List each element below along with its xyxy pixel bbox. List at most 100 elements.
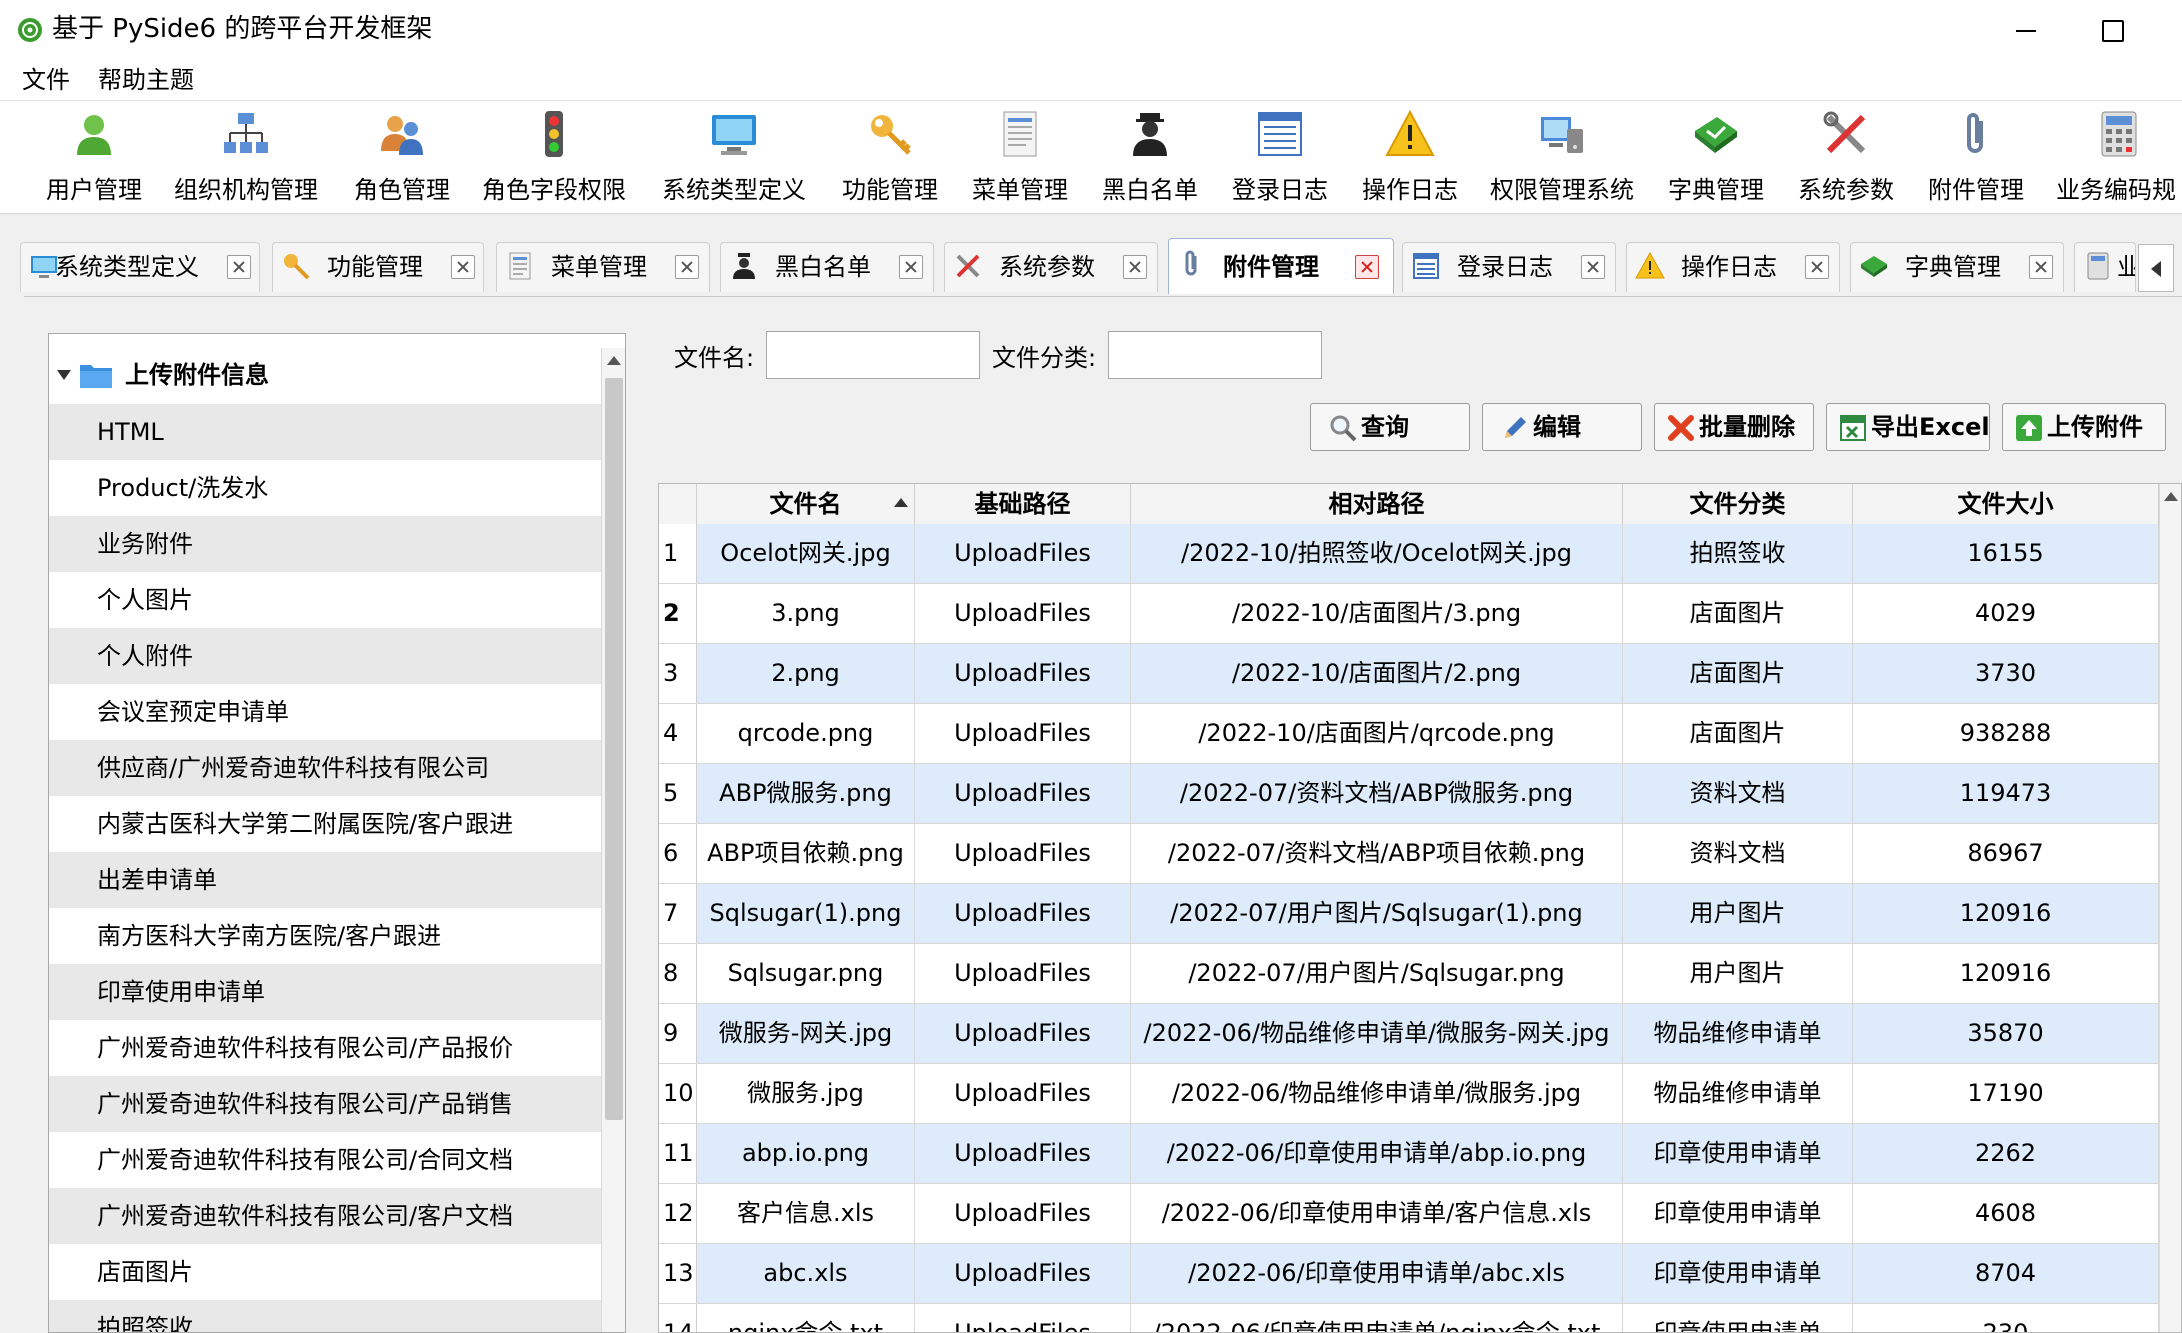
tree-item[interactable]: 店面图片 bbox=[49, 1244, 601, 1300]
table-row[interactable]: 14 nginx命令.txt UploadFiles/2022-06/印章使用申请单… bbox=[659, 1304, 2159, 1332]
tab-attachment-management[interactable]: 附件管理 bbox=[1168, 238, 1394, 294]
row-number[interactable]: 5 bbox=[659, 764, 697, 823]
cell-category[interactable]: 印章使用申请单 bbox=[1623, 1124, 1853, 1183]
tree-item[interactable]: HTML bbox=[49, 404, 601, 460]
cell-category[interactable]: 店面图片 bbox=[1623, 644, 1853, 703]
cell-file-size[interactable]: 16155 bbox=[1853, 524, 2159, 583]
table-scrollbar[interactable] bbox=[2159, 484, 2181, 1332]
edit-button[interactable]: 编辑 bbox=[1482, 403, 1642, 451]
cell-base-path[interactable]: UploadFiles bbox=[915, 1124, 1131, 1183]
cell-file-size[interactable]: 119473 bbox=[1853, 764, 2159, 823]
cell-filename[interactable]: 2.png bbox=[697, 644, 915, 703]
column-header-relative-path[interactable]: 相对路径 bbox=[1131, 484, 1623, 524]
cell-base-path[interactable]: UploadFiles bbox=[915, 704, 1131, 763]
tab-black-white-list[interactable]: 黑白名单 bbox=[720, 242, 934, 292]
cell-filename[interactable]: nginx命令.txt bbox=[697, 1304, 915, 1332]
toolbar-menu-management[interactable]: 菜单管理 bbox=[966, 109, 1074, 209]
toolbar-business-code[interactable]: 业务编码规 bbox=[2056, 109, 2182, 209]
toolbar-system-type[interactable]: 系统类型定义 bbox=[658, 109, 810, 209]
toolbar-permission-system[interactable]: 权限管理系统 bbox=[1486, 109, 1638, 209]
tab-close-icon[interactable] bbox=[675, 255, 699, 279]
cell-relative-path[interactable]: /2022-07/资料文档/ABP项目依赖.png bbox=[1131, 824, 1623, 883]
cell-category[interactable]: 物品维修申请单 bbox=[1623, 1064, 1853, 1123]
toolbar-org-management[interactable]: 组织机构管理 bbox=[170, 109, 322, 209]
tree-item[interactable]: 业务附件 bbox=[49, 516, 601, 572]
cell-file-size[interactable]: 4029 bbox=[1853, 584, 2159, 643]
cell-base-path[interactable]: UploadFiles bbox=[915, 584, 1131, 643]
tab-system-params[interactable]: 系统参数 bbox=[944, 242, 1158, 292]
cell-base-path[interactable]: UploadFiles bbox=[915, 1304, 1131, 1332]
cell-filename[interactable]: 微服务-网关.jpg bbox=[697, 1004, 915, 1063]
cell-filename[interactable]: Sqlsugar.png bbox=[697, 944, 915, 1003]
tree-item[interactable]: 广州爱奇迪软件科技有限公司/客户文档 bbox=[49, 1188, 601, 1244]
tab-close-icon[interactable] bbox=[1581, 255, 1605, 279]
cell-category[interactable]: 资料文档 bbox=[1623, 824, 1853, 883]
scroll-thumb[interactable] bbox=[605, 378, 623, 1120]
tab-close-icon[interactable] bbox=[451, 255, 475, 279]
toolbar-role-management[interactable]: 角色管理 bbox=[348, 109, 456, 209]
table-row[interactable]: 6 ABP项目依赖.png UploadFiles/2022-07/资料文档/ABP… bbox=[659, 824, 2159, 884]
table-row[interactable]: 9 微服务-网关.jpg UploadFiles/2022-06/物品维修申请单/微… bbox=[659, 1004, 2159, 1064]
minimize-button[interactable] bbox=[1996, 10, 2056, 50]
cell-relative-path[interactable]: /2022-06/印章使用申请单/abc.xls bbox=[1131, 1244, 1623, 1303]
column-header-file-size[interactable]: 文件大小 bbox=[1853, 484, 2159, 524]
table-row[interactable]: 11 abp.io.png UploadFiles/2022-06/印章使用申请单/… bbox=[659, 1124, 2159, 1184]
tab-function-management[interactable]: 功能管理 bbox=[272, 242, 484, 292]
column-header-category[interactable]: 文件分类 bbox=[1623, 484, 1853, 524]
cell-relative-path[interactable]: /2022-06/印章使用申请单/nginx命令.txt bbox=[1131, 1304, 1623, 1332]
cell-filename[interactable]: 微服务.jpg bbox=[697, 1064, 915, 1123]
row-number[interactable]: 12 bbox=[659, 1184, 697, 1243]
toolbar-system-params[interactable]: 系统参数 bbox=[1792, 109, 1900, 209]
row-number[interactable]: 10 bbox=[659, 1064, 697, 1123]
cell-file-size[interactable]: 86967 bbox=[1853, 824, 2159, 883]
cell-base-path[interactable]: UploadFiles bbox=[915, 764, 1131, 823]
tab-close-icon[interactable] bbox=[2029, 255, 2053, 279]
cell-filename[interactable]: 3.png bbox=[697, 584, 915, 643]
cell-category[interactable]: 用户图片 bbox=[1623, 944, 1853, 1003]
cell-file-size[interactable]: 35870 bbox=[1853, 1004, 2159, 1063]
tab-menu-management[interactable]: 菜单管理 bbox=[496, 242, 710, 292]
tree-item[interactable]: 印章使用申请单 bbox=[49, 964, 601, 1020]
scroll-up-icon[interactable] bbox=[2160, 484, 2181, 510]
cell-relative-path[interactable]: /2022-06/印章使用申请单/abp.io.png bbox=[1131, 1124, 1623, 1183]
cell-relative-path[interactable]: /2022-06/物品维修申请单/微服务.jpg bbox=[1131, 1064, 1623, 1123]
row-number[interactable]: 13 bbox=[659, 1244, 697, 1303]
tab-system-type[interactable]: 系统类型定义 bbox=[20, 242, 260, 292]
toolbar-operation-log[interactable]: 操作日志 bbox=[1356, 109, 1464, 209]
row-number[interactable]: 3 bbox=[659, 644, 697, 703]
cell-file-size[interactable]: 17190 bbox=[1853, 1064, 2159, 1123]
cell-category[interactable]: 拍照签收 bbox=[1623, 524, 1853, 583]
table-row[interactable]: 12 客户信息.xls UploadFiles/2022-06/印章使用申请单/客户… bbox=[659, 1184, 2159, 1244]
tab-close-icon[interactable] bbox=[1355, 255, 1379, 279]
cell-file-size[interactable]: 120916 bbox=[1853, 944, 2159, 1003]
maximize-button[interactable] bbox=[2082, 10, 2142, 50]
cell-file-size[interactable]: 938288 bbox=[1853, 704, 2159, 763]
table-row[interactable]: 5 ABP微服务.png UploadFiles/2022-07/资料文档/ABP微… bbox=[659, 764, 2159, 824]
cell-category[interactable]: 印章使用申请单 bbox=[1623, 1304, 1853, 1332]
cell-relative-path[interactable]: /2022-10/店面图片/3.png bbox=[1131, 584, 1623, 643]
row-number[interactable]: 7 bbox=[659, 884, 697, 943]
cell-base-path[interactable]: UploadFiles bbox=[915, 824, 1131, 883]
table-row[interactable]: 4 qrcode.png UploadFiles/2022-10/店面图片/qrco… bbox=[659, 704, 2159, 764]
cell-base-path[interactable]: UploadFiles bbox=[915, 884, 1131, 943]
cell-filename[interactable]: abc.xls bbox=[697, 1244, 915, 1303]
table-row[interactable]: 13 abc.xls UploadFiles/2022-06/印章使用申请单/abc… bbox=[659, 1244, 2159, 1304]
batch-delete-button[interactable]: 批量删除 bbox=[1654, 403, 1814, 451]
tab-close-icon[interactable] bbox=[1805, 255, 1829, 279]
category-input[interactable] bbox=[1108, 331, 1322, 379]
tree-expand-icon[interactable] bbox=[57, 370, 71, 380]
tab-dictionary-management[interactable]: 字典管理 bbox=[1850, 242, 2064, 292]
row-number[interactable]: 2 bbox=[659, 584, 697, 643]
tree-item[interactable]: 出差申请单 bbox=[49, 852, 601, 908]
tree-item[interactable]: 内蒙古医科大学第二附属医院/客户跟进 bbox=[49, 796, 601, 852]
toolbar-dictionary-management[interactable]: 字典管理 bbox=[1662, 109, 1770, 209]
menu-help[interactable]: 帮助主题 bbox=[94, 62, 198, 98]
cell-filename[interactable]: ABP微服务.png bbox=[697, 764, 915, 823]
cell-base-path[interactable]: UploadFiles bbox=[915, 1064, 1131, 1123]
cell-relative-path[interactable]: /2022-06/印章使用申请单/客户信息.xls bbox=[1131, 1184, 1623, 1243]
cell-relative-path[interactable]: /2022-10/店面图片/qrcode.png bbox=[1131, 704, 1623, 763]
tree-item[interactable]: 个人图片 bbox=[49, 572, 601, 628]
tab-business-code[interactable]: 业 bbox=[2074, 242, 2136, 292]
cell-filename[interactable]: Sqlsugar(1).png bbox=[697, 884, 915, 943]
cell-base-path[interactable]: UploadFiles bbox=[915, 1004, 1131, 1063]
